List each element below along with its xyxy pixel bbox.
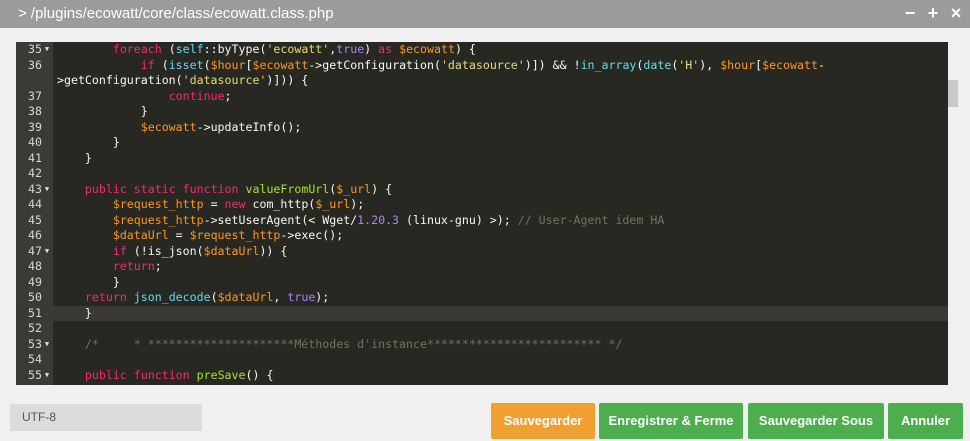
encoding-field[interactable]: UTF-8 — [10, 404, 202, 431]
code-line[interactable]: 38 } — [16, 104, 948, 120]
close-icon[interactable]: × — [945, 2, 967, 24]
code-text: } — [57, 305, 92, 320]
maximize-icon[interactable]: + — [922, 2, 944, 24]
code-text: if (!is_json($dataUrl)) { — [112, 243, 288, 258]
line-number: 35 — [28, 42, 42, 56]
line-number: 43 — [28, 181, 42, 196]
code-text: return json_decode($dataUrl, true); — [84, 290, 330, 304]
code-line[interactable]: 47 ▼ if (!is_json($dataUrl)) { — [16, 244, 948, 260]
line-number: 47 — [28, 243, 42, 258]
line-number: 55 — [28, 367, 42, 382]
code-text: if (isset($hour[$ecowatt->getConfigurati… — [140, 57, 825, 72]
minimize-icon[interactable]: − — [899, 2, 921, 24]
code-text: } — [57, 274, 120, 289]
editor-scrollbar-thumb[interactable] — [948, 80, 958, 107]
code-text: $ecowatt->updateInfo(); — [140, 119, 302, 134]
code-text: >getConfiguration('datasource')])) { — [57, 73, 309, 87]
code-line[interactable]: 52 — [16, 321, 948, 337]
line-number: 54 — [28, 352, 42, 366]
code-line[interactable]: 50 return json_decode($dataUrl, true); — [16, 290, 948, 306]
code-text: public static function valueFromUrl($_ur… — [84, 181, 393, 196]
code-line[interactable]: 45 $request_http->setUserAgent(< Wget/1.… — [16, 213, 948, 229]
line-number: 53 — [28, 336, 42, 351]
line-number: 37 — [28, 88, 42, 103]
save-button[interactable]: Sauvegarder — [491, 403, 595, 439]
code-line[interactable]: 41 } — [16, 151, 948, 167]
line-number: 45 — [28, 212, 42, 227]
save-as-button[interactable]: Sauvegarder Sous — [748, 403, 884, 439]
fold-arrow-icon[interactable]: ▼ — [42, 182, 52, 198]
line-number: 49 — [28, 274, 42, 289]
code-line[interactable]: 48 return; — [16, 259, 948, 275]
code-line[interactable]: 54 — [16, 352, 948, 368]
line-number: 52 — [28, 321, 42, 335]
line-number: 38 — [28, 104, 42, 118]
code-text: return; — [112, 259, 162, 273]
code-line[interactable]: 44 $request_http = new com_http($_url); — [16, 197, 948, 213]
code-line[interactable]: 40 } — [16, 135, 948, 151]
code-text: /* * *********************Méthodes d'ins… — [84, 336, 623, 351]
code-line[interactable]: 51 } — [16, 305, 948, 321]
line-number: 51 — [28, 305, 42, 320]
line-number: 36 — [28, 57, 42, 72]
code-line[interactable]: 46 $dataUrl = $request_http->exec(); — [16, 228, 948, 244]
code-line[interactable]: 35 ▼ foreach (self::byType('ecowatt',true… — [16, 42, 948, 58]
fold-arrow-icon[interactable]: ▼ — [42, 368, 52, 384]
code-line[interactable]: 43 ▼ public static function valueFromUrl(… — [16, 182, 948, 198]
code-line[interactable]: 49 } — [16, 275, 948, 291]
code-text: continue; — [168, 88, 232, 103]
code-text: } — [57, 150, 92, 165]
fold-arrow-icon[interactable]: ▼ — [42, 42, 52, 58]
line-number: 44 — [28, 197, 42, 211]
code-editor[interactable]: 35 ▼ foreach (self::byType('ecowatt',true… — [16, 42, 948, 385]
cancel-button[interactable]: Annuler — [888, 403, 963, 439]
code-text: $request_http->setUserAgent(< Wget/1.20.… — [112, 212, 665, 227]
code-line[interactable]: 53 ▼ /* * *********************Méthodes d… — [16, 337, 948, 353]
line-number: 42 — [28, 166, 42, 180]
code-text: } — [57, 104, 148, 118]
line-number: 41 — [28, 150, 42, 165]
code-line[interactable]: 39 $ecowatt->updateInfo(); — [16, 120, 948, 136]
code-line[interactable]: >getConfiguration('datasource')])) { — [16, 73, 948, 89]
line-number: 50 — [28, 290, 42, 304]
save-and-close-button[interactable]: Enregistrer & Ferme — [599, 403, 743, 439]
line-number: 48 — [28, 259, 42, 273]
code-text: foreach (self::byType('ecowatt',true) as… — [112, 42, 476, 56]
code-text: public function preSave() { — [84, 367, 274, 382]
fold-arrow-icon[interactable]: ▼ — [42, 337, 52, 353]
window-title: > /plugins/ecowatt/core/class/ecowatt.cl… — [18, 5, 334, 22]
code-line[interactable]: 36 if (isset($hour[$ecowatt->getConfigur… — [16, 58, 948, 74]
code-line[interactable]: 37 continue; — [16, 89, 948, 105]
line-number: 40 — [28, 135, 42, 149]
code-text: $dataUrl = $request_http->exec(); — [112, 228, 344, 242]
fold-arrow-icon[interactable]: ▼ — [42, 244, 52, 260]
window-titlebar: > /plugins/ecowatt/core/class/ecowatt.cl… — [0, 0, 970, 28]
line-number: 39 — [28, 119, 42, 134]
code-line[interactable]: 55 ▼ public function preSave() { — [16, 368, 948, 384]
code-text: } — [57, 135, 120, 149]
code-text: $request_http = new com_http($_url); — [112, 197, 365, 211]
code-line[interactable]: 42 — [16, 166, 948, 182]
line-number: 46 — [28, 228, 42, 242]
